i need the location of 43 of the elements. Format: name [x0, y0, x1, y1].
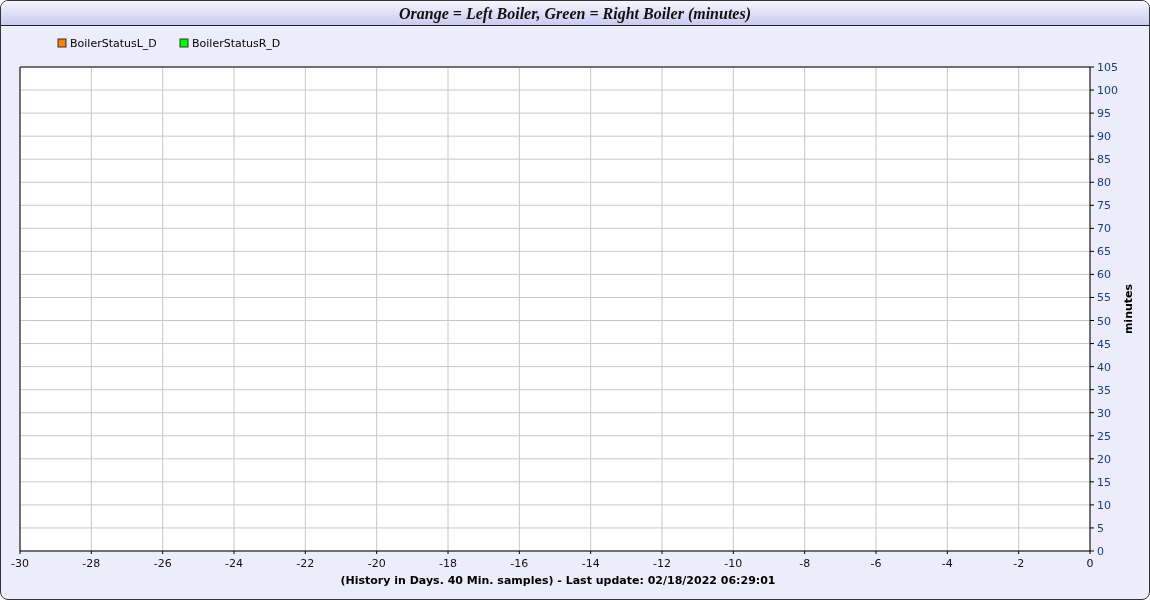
x-tick-label: -14: [581, 557, 600, 570]
y-tick-label: 80: [1097, 176, 1111, 190]
x-tick-label: -30: [11, 557, 29, 570]
y-tick-label: 65: [1097, 245, 1111, 259]
y-tick-label: 25: [1097, 429, 1111, 443]
y-tick-label: 35: [1097, 383, 1111, 397]
y-tick-label: 0: [1097, 545, 1104, 558]
y-tick-label: 45: [1097, 337, 1111, 351]
y-tick-label: 105: [1097, 61, 1118, 74]
x-tick-label: -26: [153, 557, 172, 570]
y-tick-label: 95: [1097, 107, 1111, 121]
x-tick-label: -16: [510, 557, 529, 570]
y-tick-label: 10: [1097, 498, 1111, 512]
y-tick-label: 50: [1097, 314, 1111, 328]
y-tick-label: 70: [1097, 222, 1111, 236]
y-tick-label: 30: [1097, 406, 1111, 420]
x-tick-label: -10: [724, 557, 743, 570]
y-axis-label: minutes: [1122, 283, 1135, 335]
legend-label: BoilerStatusL_D: [70, 37, 157, 50]
chart-title: Orange = Left Boiler, Green = Right Boiler (minutes): [1, 1, 1149, 26]
x-tick-label: -22: [296, 557, 315, 570]
y-tick-label: 100: [1097, 84, 1118, 98]
y-tick-label: 90: [1097, 130, 1111, 144]
x-tick-label: -8: [799, 557, 811, 570]
y-tick-label: 20: [1097, 452, 1111, 466]
y-tick-label: 60: [1097, 268, 1111, 282]
x-tick-label: -6: [870, 557, 882, 570]
x-tick-label: -12: [653, 557, 671, 570]
x-tick-label: -24: [225, 557, 243, 570]
x-axis-label: (History in Days. 40 Min. samples) - Last update: 02/18/2022 06:29:01: [340, 574, 776, 587]
x-tick-label: -2: [1013, 557, 1025, 570]
y-tick-label: 5: [1097, 521, 1104, 535]
x-tick-label: -18: [439, 557, 457, 570]
y-tick-label: 85: [1097, 153, 1111, 167]
x-tick-label: 0: [1086, 557, 1094, 570]
y-tick-label: 75: [1097, 199, 1111, 213]
y-tick-label: 15: [1097, 475, 1111, 489]
y-tick-label: 40: [1097, 360, 1111, 374]
y-tick-label: 55: [1097, 291, 1111, 305]
x-tick-label: -28: [82, 557, 101, 570]
legend-label: BoilerStatusR_D: [192, 37, 281, 50]
x-tick-label: -20: [367, 557, 386, 570]
x-tick-label: -4: [941, 557, 953, 570]
